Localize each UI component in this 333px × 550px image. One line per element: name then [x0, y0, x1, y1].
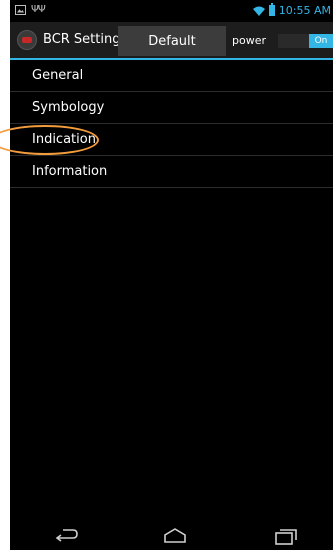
home-icon[interactable] [162, 527, 188, 545]
usb-icon: ΨΨ [31, 4, 46, 15]
app-title: BCR Settings [43, 32, 128, 47]
profile-value: Default [148, 33, 196, 49]
battery-icon [268, 3, 275, 16]
menu-item-symbology[interactable]: Symbology [10, 92, 333, 124]
action-bar: BCR Settings Default power On [10, 22, 333, 60]
navigation-bar [10, 522, 333, 550]
wifi-icon [252, 6, 265, 16]
back-icon[interactable] [53, 527, 79, 545]
screen: ΨΨ 10:55 AM BCR Settings Default power O… [10, 0, 333, 550]
recent-apps-icon[interactable] [274, 527, 300, 545]
status-time: 10:55 AM [278, 4, 331, 17]
image-icon [15, 4, 26, 15]
toggle-state: On [314, 36, 328, 46]
menu-item-label: General [32, 68, 84, 83]
profile-selector[interactable]: Default [118, 26, 226, 56]
device-frame: ΨΨ 10:55 AM BCR Settings Default power O… [0, 0, 333, 550]
menu-item-label: Symbology [32, 100, 105, 115]
power-toggle[interactable]: On [278, 34, 333, 48]
menu-item-information[interactable]: Information [10, 156, 333, 188]
toggle-knob: On [309, 34, 333, 48]
barcode-reader-icon[interactable] [17, 30, 37, 50]
settings-menu: General Symbology Indication Information [10, 60, 333, 188]
menu-item-label: Information [32, 164, 108, 179]
left-bezel [0, 0, 10, 550]
menu-item-general[interactable]: General [10, 60, 333, 92]
status-bar: ΨΨ 10:55 AM [10, 0, 333, 22]
power-label: power [232, 34, 266, 47]
